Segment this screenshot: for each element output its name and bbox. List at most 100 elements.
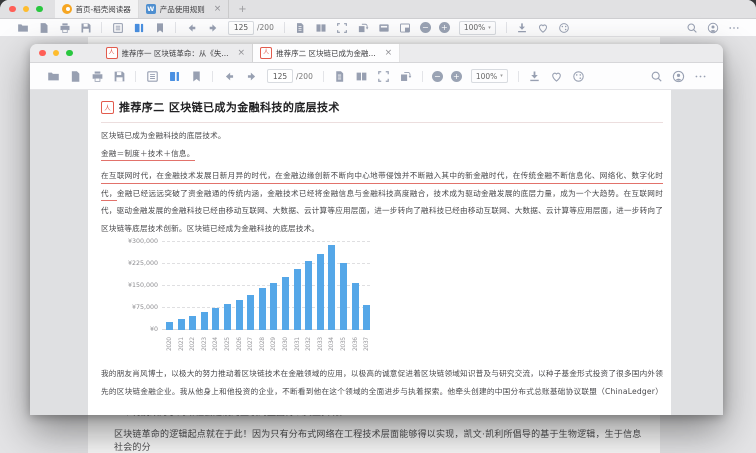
thumbnail-list-icon[interactable] xyxy=(146,70,159,83)
bar-2021 xyxy=(178,319,185,330)
forward-icon[interactable] xyxy=(207,22,219,34)
fit-page-icon[interactable] xyxy=(377,70,390,83)
user-icon[interactable] xyxy=(672,70,685,83)
page-number-box: /200 xyxy=(228,21,274,35)
zoom-in-button[interactable]: + xyxy=(451,71,462,82)
save-icon[interactable] xyxy=(113,70,126,83)
bar-2033 xyxy=(317,254,324,330)
toolbar-separator xyxy=(101,22,102,33)
close-tab-icon[interactable]: × xyxy=(214,5,222,14)
background-tabbar: 首页-稻壳阅读器 W 产品使用规则 × + xyxy=(0,0,756,19)
zoom-button[interactable] xyxy=(36,6,43,13)
double-page-icon[interactable] xyxy=(315,22,327,34)
x-axis-tick-label: 2036 xyxy=(352,332,359,351)
rotate-icon[interactable] xyxy=(357,22,369,34)
pdf-doc-icon: 人 xyxy=(260,47,272,59)
download-icon[interactable] xyxy=(516,22,528,34)
new-file-icon[interactable] xyxy=(69,70,82,83)
close-button[interactable] xyxy=(9,6,16,13)
theme-icon[interactable] xyxy=(572,70,585,83)
zoom-level-select[interactable]: 100%▾ xyxy=(471,69,508,83)
page-number-input[interactable] xyxy=(267,69,293,83)
open-folder-icon[interactable] xyxy=(17,22,29,34)
page-number-input[interactable] xyxy=(228,21,254,35)
tab-label: 推荐序二 区块链已成为金融... xyxy=(276,48,376,59)
fullscreen-icon[interactable] xyxy=(399,22,411,34)
download-icon[interactable] xyxy=(528,70,541,83)
x-axis-tick-label: 2035 xyxy=(340,332,347,351)
double-page-icon[interactable] xyxy=(355,70,368,83)
theme-icon[interactable] xyxy=(558,22,570,34)
close-tab-icon[interactable]: × xyxy=(238,49,246,58)
zoom-level-value: 100% xyxy=(464,23,485,32)
minimize-button[interactable] xyxy=(23,6,30,13)
zoom-level-select[interactable]: 100%▾ xyxy=(459,21,496,35)
bar-2024 xyxy=(212,308,219,330)
bar-2022 xyxy=(189,316,196,330)
fit-page-icon[interactable] xyxy=(336,22,348,34)
fit-width-icon[interactable] xyxy=(378,22,390,34)
background-tab-2[interactable]: W 产品使用规则 × xyxy=(139,0,230,18)
new-file-icon[interactable] xyxy=(38,22,50,34)
foreground-document-area[interactable]: 人 推荐序二 区块链已成为金融科技的底层技术 区块链已成为金融科技的底层技术。 … xyxy=(30,90,723,415)
foreground-toolbar: /200−+100%▾ xyxy=(30,63,723,90)
document-title-row: 人 推荐序二 区块链已成为金融科技的底层技术 xyxy=(101,99,663,115)
bar-2037 xyxy=(363,305,370,330)
toolbar-separator xyxy=(175,22,176,33)
more-icon[interactable] xyxy=(728,22,740,34)
forward-icon[interactable] xyxy=(245,70,258,83)
bookmark-icon[interactable] xyxy=(154,22,166,34)
new-tab-button[interactable]: + xyxy=(229,0,255,18)
vip-icon[interactable] xyxy=(537,22,549,34)
single-page-icon[interactable] xyxy=(333,70,346,83)
print-icon[interactable] xyxy=(59,22,71,34)
print-icon[interactable] xyxy=(91,70,104,83)
x-axis-tick-label: 2028 xyxy=(259,332,266,351)
search-icon[interactable] xyxy=(686,22,698,34)
bar-2035 xyxy=(340,263,347,330)
user-icon[interactable] xyxy=(707,22,719,34)
bookmark-icon[interactable] xyxy=(190,70,203,83)
tab-label: 产品使用规则 xyxy=(160,4,205,15)
highlight-icon[interactable] xyxy=(133,22,145,34)
search-icon[interactable] xyxy=(650,70,663,83)
chevron-down-icon: ▾ xyxy=(500,73,503,79)
x-axis-tick-label: 2034 xyxy=(328,332,335,351)
word-doc-icon: W xyxy=(146,4,156,14)
zoom-out-button[interactable]: − xyxy=(420,22,431,33)
y-axis-tick-label: ¥150,000 xyxy=(116,282,158,289)
close-tab-icon[interactable]: × xyxy=(385,49,393,58)
single-page-icon[interactable] xyxy=(294,22,306,34)
save-icon[interactable] xyxy=(80,22,92,34)
rotate-icon[interactable] xyxy=(399,70,412,83)
toolbar-separator xyxy=(422,71,423,82)
x-axis-tick-label: 2025 xyxy=(224,332,231,351)
zoom-out-button[interactable]: − xyxy=(432,71,443,82)
more-icon[interactable] xyxy=(694,70,707,83)
bar-chart: ¥0¥75,000¥150,000¥225,000¥300,0002020202… xyxy=(116,240,378,351)
vip-icon[interactable] xyxy=(550,70,563,83)
zoom-button[interactable] xyxy=(66,50,73,57)
x-axis-tick-label: 2029 xyxy=(270,332,277,351)
y-axis-tick-label: ¥225,000 xyxy=(116,260,158,267)
back-icon[interactable] xyxy=(223,70,236,83)
foreground-tab-1[interactable]: 人推荐序一 区块链革命：从《失...× xyxy=(99,44,254,62)
x-axis-tick-label: 2026 xyxy=(236,332,243,351)
close-button[interactable] xyxy=(39,50,46,57)
zoom-in-button[interactable]: + xyxy=(439,22,450,33)
x-axis-tick-label: 2024 xyxy=(212,332,219,351)
minimize-button[interactable] xyxy=(53,50,60,57)
x-axis-tick-label: 2021 xyxy=(178,332,185,351)
thumbnail-list-icon[interactable] xyxy=(112,22,124,34)
bar-2023 xyxy=(201,312,208,330)
bar-2032 xyxy=(305,261,312,330)
x-axis-tick-label: 2027 xyxy=(247,332,254,351)
paragraph-2: 金融＝制度＋技术＋信息。 xyxy=(101,145,663,163)
background-tab-1[interactable]: 首页-稻壳阅读器 xyxy=(55,0,139,18)
back-icon[interactable] xyxy=(186,22,198,34)
highlight-icon[interactable] xyxy=(168,70,181,83)
foreground-tab-2[interactable]: 人推荐序二 区块链已成为金融... × xyxy=(253,44,400,62)
x-axis-labels: 2020202120222023202420252026202720282029… xyxy=(166,330,378,351)
y-axis-tick-label: ¥75,000 xyxy=(116,304,158,311)
open-folder-icon[interactable] xyxy=(47,70,60,83)
